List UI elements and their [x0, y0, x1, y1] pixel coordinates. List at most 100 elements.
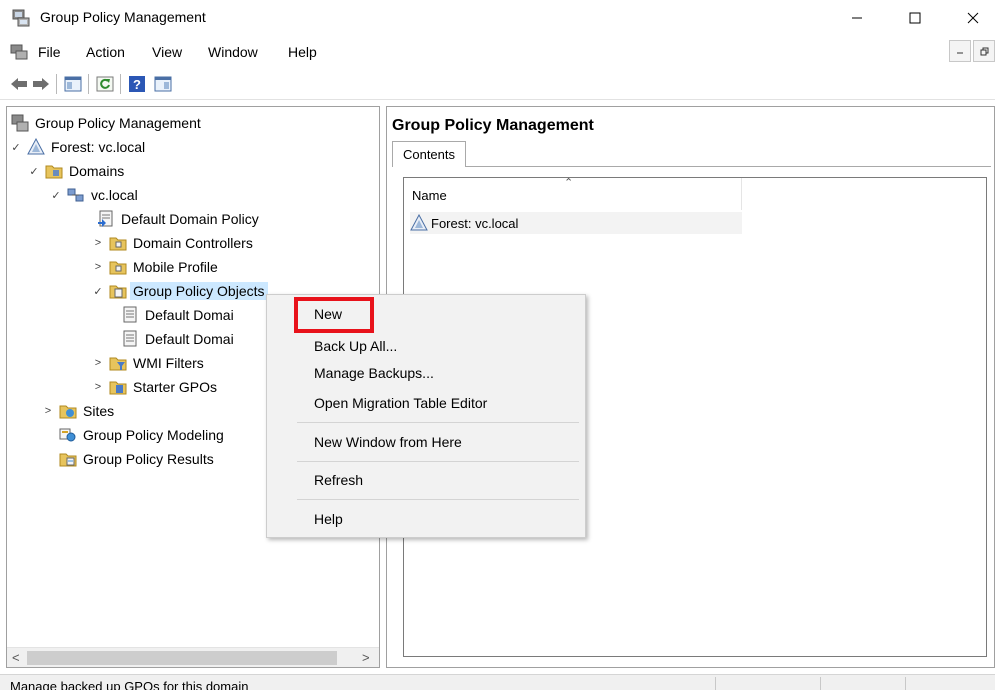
context-menu: New Back Up All... Manage Backups... Ope… [266, 294, 586, 538]
tree-item-modeling[interactable]: Group Policy Modeling [59, 423, 224, 447]
tab-divider [466, 166, 991, 167]
status-divider [905, 677, 906, 690]
close-icon [967, 12, 979, 24]
status-bar: Manage backed up GPOs for this domain [0, 674, 995, 690]
menu-item-help[interactable]: Help [314, 509, 343, 529]
console-tree-icon [64, 76, 82, 92]
mdi-minimize-button[interactable] [949, 40, 971, 62]
status-text: Manage backed up GPOs for this domain [10, 679, 249, 690]
modeling-icon [59, 428, 76, 442]
menu-item-refresh[interactable]: Refresh [314, 470, 363, 490]
domain-icon [67, 188, 84, 202]
toolbar-separator [56, 74, 57, 94]
chevron-down-icon[interactable]: ✓ [91, 285, 105, 298]
ou-folder-icon [109, 237, 127, 251]
console-icon [10, 44, 28, 60]
chevron-right-icon[interactable]: > [91, 237, 105, 249]
results-icon [59, 453, 77, 467]
chevron-right-icon[interactable]: > [91, 261, 105, 273]
tree-item-group-policy-objects[interactable]: ✓ Group Policy Objects [91, 279, 268, 303]
menu-separator [297, 422, 579, 423]
tree-item-domains[interactable]: ✓ Domains [27, 159, 124, 183]
tree-item-results[interactable]: Group Policy Results [59, 447, 214, 471]
status-divider [715, 677, 716, 690]
show-hide-action-pane-button[interactable] [152, 74, 174, 94]
horizontal-scrollbar[interactable]: < > [7, 647, 379, 667]
maximize-button[interactable] [892, 0, 938, 36]
minimize-icon [957, 52, 963, 54]
toolbar-separator [120, 74, 121, 94]
domains-folder-icon [45, 165, 63, 179]
chevron-down-icon[interactable]: ✓ [49, 189, 63, 202]
tree-item-domain-controllers[interactable]: > Domain Controllers [91, 231, 253, 255]
tree-item-forest[interactable]: ✓ Forest: vc.local [9, 135, 145, 159]
wmi-filter-folder-icon [109, 357, 127, 371]
gpo-link-icon [98, 210, 113, 227]
group-policy-management-icon [11, 114, 29, 132]
menu-item-new-window-from-here[interactable]: New Window from Here [314, 432, 462, 452]
maximize-icon [909, 12, 921, 24]
menu-file[interactable]: File [38, 44, 61, 60]
show-hide-console-tree-button[interactable] [62, 74, 84, 94]
restore-icon [980, 47, 988, 55]
forward-button[interactable] [30, 74, 52, 94]
close-button[interactable] [950, 0, 995, 36]
column-header-name[interactable]: ⌃ Name [404, 177, 742, 210]
scroll-right-icon[interactable]: > [362, 650, 370, 665]
tree-item-root[interactable]: Group Policy Management [11, 111, 201, 135]
starter-gpo-folder-icon [109, 381, 127, 395]
back-button[interactable] [8, 74, 30, 94]
action-pane-icon [154, 76, 172, 92]
group-policy-app-icon [12, 9, 30, 27]
sites-icon [59, 405, 77, 419]
menu-separator [297, 499, 579, 500]
gpo-icon [123, 306, 137, 323]
forest-icon [410, 214, 428, 231]
sort-ascending-icon: ⌃ [564, 177, 574, 189]
ou-folder-icon [109, 261, 127, 275]
scroll-left-icon[interactable]: < [12, 650, 20, 665]
menu-bar: File Action View Window Help [0, 38, 995, 66]
refresh-button[interactable] [94, 74, 116, 94]
chevron-down-icon[interactable]: ✓ [27, 165, 41, 178]
mdi-restore-button[interactable] [973, 40, 995, 62]
scrollbar-thumb[interactable] [27, 651, 337, 665]
menu-item-new[interactable]: New [314, 304, 342, 324]
chevron-down-icon[interactable]: ✓ [9, 141, 23, 154]
chevron-right-icon[interactable]: > [91, 357, 105, 369]
toolbar: ? [0, 68, 995, 100]
tab-contents[interactable]: Contents [392, 141, 466, 167]
details-title: Group Policy Management [392, 117, 594, 134]
forest-icon [27, 138, 45, 155]
menu-item-back-up-all[interactable]: Back Up All... [314, 336, 397, 356]
back-arrow-icon [11, 78, 27, 90]
tree-item-gpo-child-2[interactable]: Default Domai [121, 327, 234, 351]
help-button[interactable]: ? [126, 74, 148, 94]
menu-separator [297, 461, 579, 462]
window-title: Group Policy Management [40, 9, 206, 25]
chevron-right-icon[interactable]: > [91, 381, 105, 393]
svg-text:?: ? [133, 77, 141, 92]
chevron-right-icon[interactable]: > [41, 405, 55, 417]
refresh-icon [96, 76, 114, 92]
menu-help[interactable]: Help [288, 44, 317, 60]
mdi-controls [947, 40, 995, 62]
tree-item-sites[interactable]: > Sites [41, 399, 114, 423]
menu-action[interactable]: Action [86, 44, 125, 60]
menu-item-open-migration-table-editor[interactable]: Open Migration Table Editor [314, 393, 487, 413]
tree-item-gpo-child-1[interactable]: Default Domai [121, 303, 234, 327]
status-divider [820, 677, 821, 690]
menu-item-manage-backups[interactable]: Manage Backups... [314, 363, 434, 383]
menu-window[interactable]: Window [208, 44, 258, 60]
minimize-button[interactable] [834, 0, 880, 36]
gpo-container-folder-icon [109, 285, 127, 299]
tree-item-wmi-filters[interactable]: > WMI Filters [91, 351, 204, 375]
list-item-forest[interactable]: Forest: vc.local [410, 212, 742, 234]
toolbar-separator [88, 74, 89, 94]
tree-item-starter-gpos[interactable]: > Starter GPOs [91, 375, 217, 399]
tree-item-domain[interactable]: ✓ vc.local [49, 183, 137, 207]
tree-item-default-domain-policy[interactable]: Default Domain Policy [97, 207, 259, 231]
tree-item-mobile-profile[interactable]: > Mobile Profile [91, 255, 218, 279]
minimize-icon [852, 17, 862, 19]
menu-view[interactable]: View [152, 44, 182, 60]
